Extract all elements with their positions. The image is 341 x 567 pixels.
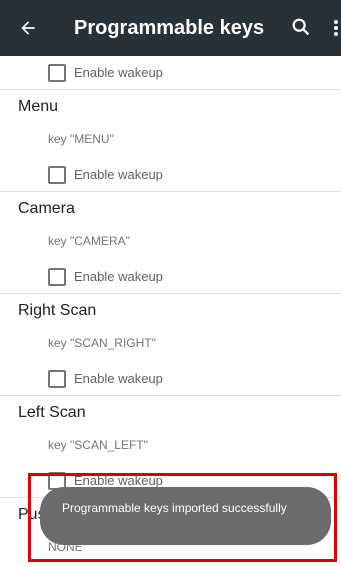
key-item-menu[interactable]: Menu key "MENU" Enable wakeup <box>0 90 341 191</box>
wakeup-label: Enable wakeup <box>74 65 163 80</box>
key-title: Left Scan <box>18 404 86 421</box>
wakeup-row[interactable]: Enable wakeup <box>0 362 341 395</box>
key-code: key "MENU" <box>48 132 114 146</box>
key-item-camera[interactable]: Camera key "CAMERA" Enable wakeup <box>0 192 341 293</box>
back-arrow-icon[interactable] <box>16 16 40 40</box>
key-code: key "SCAN_RIGHT" <box>48 336 156 350</box>
wakeup-checkbox[interactable] <box>48 370 66 388</box>
wakeup-checkbox[interactable] <box>48 166 66 184</box>
more-vert-icon[interactable] <box>330 16 341 40</box>
search-icon[interactable] <box>290 16 314 40</box>
key-title: Right Scan <box>18 302 97 319</box>
app-bar: Programmable keys <box>0 0 341 56</box>
wakeup-row[interactable]: Enable wakeup <box>0 56 341 89</box>
wakeup-label: Enable wakeup <box>74 269 163 284</box>
key-item-right-scan[interactable]: Right Scan key "SCAN_RIGHT" Enable wakeu… <box>0 294 341 395</box>
key-code: key "SCAN_LEFT" <box>48 438 148 452</box>
wakeup-label: Enable wakeup <box>74 167 163 182</box>
wakeup-row[interactable]: Enable wakeup <box>0 260 341 293</box>
page-title: Programmable keys <box>74 17 265 39</box>
toast-message: Programmable keys imported successfully <box>40 487 331 545</box>
key-code: key "CAMERA" <box>48 234 130 248</box>
wakeup-row[interactable]: Enable wakeup <box>0 158 341 191</box>
wakeup-checkbox[interactable] <box>48 64 66 82</box>
key-item-left-scan[interactable]: Left Scan key "SCAN_LEFT" Enable wakeup <box>0 396 341 497</box>
key-title: Menu <box>18 98 59 115</box>
wakeup-label: Enable wakeup <box>74 371 163 386</box>
key-title: Camera <box>18 200 75 217</box>
wakeup-checkbox[interactable] <box>48 268 66 286</box>
